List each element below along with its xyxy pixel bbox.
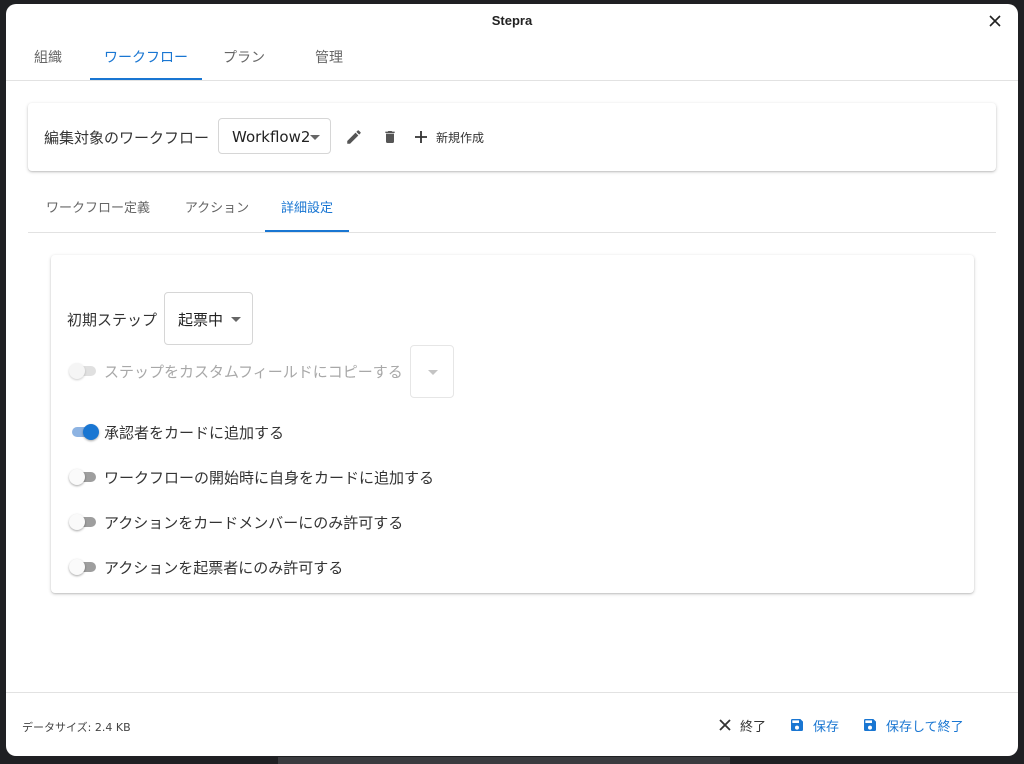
- save-and-close-label: 保存して終了: [886, 719, 964, 735]
- tab-plan[interactable]: プラン: [202, 38, 286, 80]
- save-button[interactable]: 保存: [789, 713, 839, 737]
- title-bar: Stepra: [6, 4, 1018, 38]
- tab-advanced-settings[interactable]: 詳細設定: [265, 192, 349, 232]
- plus-icon: [415, 131, 427, 143]
- close-button-label: 終了: [740, 719, 767, 735]
- tab-actions[interactable]: アクション: [168, 192, 266, 232]
- workflow-select[interactable]: Workflow2: [218, 118, 331, 154]
- save-icon: [791, 719, 803, 731]
- advanced-settings-card: 初期ステップ 起票中 ステップをカスタムフィールドにコピーする 承認者をカードに…: [51, 255, 974, 593]
- save-and-close-button[interactable]: 保存して終了: [862, 713, 964, 737]
- save-icon: [864, 719, 876, 731]
- window-title: Stepra: [491, 13, 533, 28]
- edit-workflow-button[interactable]: [342, 125, 366, 149]
- initial-step-select[interactable]: 起票中: [164, 292, 253, 345]
- close-button[interactable]: 終了: [718, 713, 766, 737]
- add-self-on-start-label: ワークフローの開始時に自身をカードに追加する: [104, 469, 435, 487]
- actions-creator-only-toggle[interactable]: [69, 557, 99, 577]
- add-approver-label: 承認者をカードに追加する: [104, 424, 285, 442]
- add-self-on-start-toggle[interactable]: [69, 467, 99, 487]
- close-icon: [989, 15, 1001, 27]
- close-window-button[interactable]: [984, 10, 1006, 32]
- tab-workflow[interactable]: ワークフロー: [90, 38, 202, 80]
- copy-step-label: ステップをカスタムフィールドにコピーする: [104, 363, 403, 381]
- delete-workflow-button[interactable]: [378, 125, 402, 149]
- chevron-down-icon: [231, 317, 241, 322]
- initial-step-label: 初期ステップ: [67, 311, 158, 329]
- add-approver-toggle[interactable]: [69, 422, 99, 442]
- actions-card-members-only-label: アクションをカードメンバーにのみ許可する: [104, 514, 404, 532]
- workflow-select-value: Workflow2: [232, 128, 311, 146]
- new-workflow-button[interactable]: 新規作成: [414, 125, 484, 149]
- dialog-window: Stepra 組織 ワークフロー プラン 管理 編集対象のワークフロー Work…: [6, 4, 1018, 756]
- actions-creator-only-label: アクションを起票者にのみ許可する: [104, 559, 344, 577]
- close-icon: [719, 719, 731, 731]
- new-workflow-label: 新規作成: [436, 130, 485, 145]
- actions-card-members-only-toggle[interactable]: [69, 512, 99, 532]
- sub-tabs: ワークフロー定義 アクション 詳細設定: [28, 192, 996, 233]
- tab-admin[interactable]: 管理: [286, 38, 372, 80]
- save-button-label: 保存: [813, 719, 840, 735]
- tab-organization[interactable]: 組織: [6, 38, 90, 80]
- main-tabs: 組織 ワークフロー プラン 管理: [6, 38, 1018, 81]
- chevron-down-icon: [428, 370, 438, 375]
- delete-icon: [385, 131, 395, 143]
- tab-workflow-definition[interactable]: ワークフロー定義: [28, 192, 168, 232]
- workflow-label: 編集対象のワークフロー: [44, 129, 210, 147]
- copy-step-toggle[interactable]: [69, 361, 99, 381]
- data-size-text: データサイズ: 2.4 KB: [22, 721, 131, 734]
- edit-icon: [347, 130, 361, 144]
- custom-field-select[interactable]: [410, 345, 454, 398]
- footer-bar: データサイズ: 2.4 KB 終了 保存 保存して終了: [6, 692, 1018, 756]
- chevron-down-icon: [310, 135, 320, 140]
- workflow-selector-card: 編集対象のワークフロー Workflow2 新規作成: [28, 103, 996, 171]
- initial-step-value: 起票中: [178, 311, 224, 329]
- background-strip: [278, 757, 730, 764]
